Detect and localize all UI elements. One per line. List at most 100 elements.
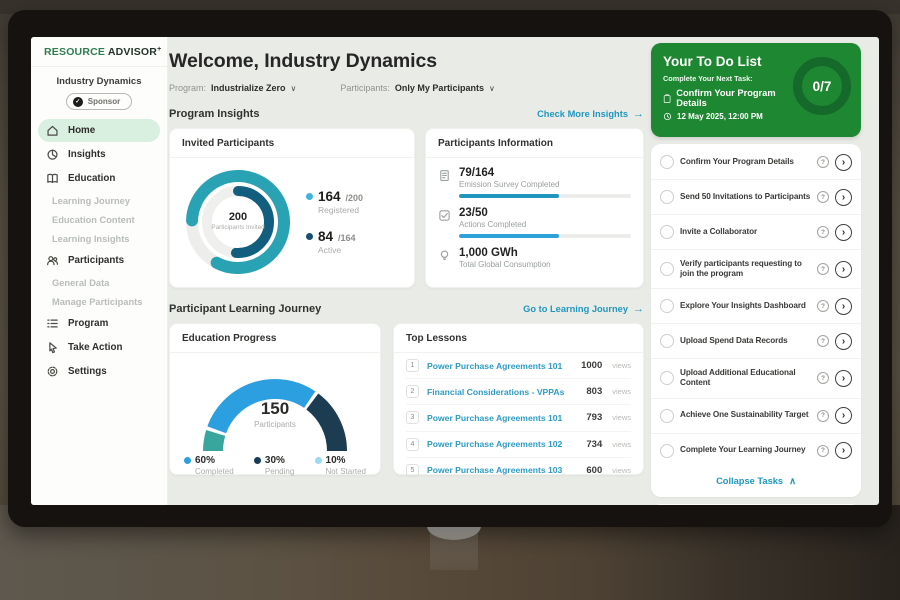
check-more-insights-link[interactable]: Check More Insights → [537, 108, 644, 120]
legend-value: 164 [318, 189, 341, 204]
sidebar-item-education[interactable]: Education [38, 167, 160, 190]
task-checkbox[interactable] [660, 371, 674, 385]
lesson-row[interactable]: 2 Financial Considerations - VPPAs 803vi… [406, 379, 631, 405]
legend-registered: 164/200 Registered [306, 189, 363, 215]
task-row[interactable]: Achieve One Sustainability Target ? › [651, 399, 861, 434]
info-row-emission: 79/164 Emission Survey Completed [426, 158, 643, 198]
sidebar-item-take-action[interactable]: Take Action [38, 336, 160, 359]
todo-next-task: Confirm Your Program Details [663, 88, 798, 108]
lesson-row[interactable]: 4 Power Purchase Agreements 102 734views [406, 432, 631, 458]
help-icon[interactable]: ? [817, 156, 829, 168]
task-checkbox[interactable] [660, 262, 674, 276]
task-open-button[interactable]: › [835, 189, 852, 206]
task-row[interactable]: Confirm Your Program Details ? › [651, 145, 861, 180]
task-checkbox[interactable] [660, 444, 674, 458]
arrow-right-icon: → [633, 303, 644, 315]
lesson-link[interactable]: Power Purchase Agreements 101 [427, 361, 573, 371]
lesson-link[interactable]: Power Purchase Agreements 102 [427, 439, 578, 449]
sponsor-label: Sponsor [88, 97, 120, 106]
sidebar-item-participants[interactable]: Participants [38, 249, 160, 272]
task-open-button[interactable]: › [835, 407, 852, 424]
go-to-learning-journey-link[interactable]: Go to Learning Journey → [523, 303, 644, 315]
todo-hero-card: Your To Do List Complete Your Next Task:… [651, 43, 861, 137]
legend-pct: 30% [265, 455, 285, 466]
sidebar-item-learning-journey[interactable]: Learning Journey [38, 191, 160, 210]
sidebar-item-general-data[interactable]: General Data [38, 273, 160, 292]
help-icon[interactable]: ? [817, 191, 829, 203]
legend-value: 84 [318, 229, 333, 244]
chevron-down-icon: ∨ [489, 84, 495, 93]
app-logo: RESOURCE ADVISOR+ [31, 37, 167, 67]
filter-label: Program: [169, 83, 206, 93]
sidebar-item-label: Home [68, 125, 95, 136]
task-open-button[interactable]: › [835, 261, 852, 278]
lesson-link[interactable]: Financial Considerations - VPPAs [427, 387, 578, 397]
program-filter-dropdown[interactable]: Program: Industrialize Zero ∨ [169, 83, 296, 93]
invited-card-body: 200 Participants Invited 164/200 Registe… [170, 158, 414, 286]
screen: RESOURCE ADVISOR+ Industry Dynamics ✓ Sp… [31, 37, 879, 505]
task-open-button[interactable]: › [835, 224, 852, 241]
task-checkbox[interactable] [660, 190, 674, 204]
list-icon [46, 317, 59, 330]
document-icon [438, 169, 451, 182]
task-row[interactable]: Invite a Collaborator ? › [651, 215, 861, 250]
info-label: Emission Survey Completed [459, 180, 631, 189]
sidebar-item-label: Insights [68, 149, 106, 160]
help-icon[interactable]: ? [817, 372, 829, 384]
chevron-up-icon: ∧ [789, 476, 796, 487]
sidebar-item-settings[interactable]: Settings [38, 360, 160, 383]
legend-label: Active [318, 245, 363, 255]
sidebar-item-manage-participants[interactable]: Manage Participants [38, 292, 160, 311]
monitor-bezel: RESOURCE ADVISOR+ Industry Dynamics ✓ Sp… [8, 10, 892, 527]
link-label: Go to Learning Journey [523, 304, 628, 314]
task-label: Upload Additional Educational Content [680, 368, 811, 389]
help-icon[interactable]: ? [817, 335, 829, 347]
task-checkbox[interactable] [660, 334, 674, 348]
legend-label: Pending [265, 467, 294, 476]
filter-label: Participants: [340, 83, 390, 93]
task-checkbox[interactable] [660, 299, 674, 313]
lesson-link[interactable]: Power Purchase Agreements 101 [427, 413, 578, 423]
lesson-row[interactable]: 5 Power Purchase Agreements 103 600views [406, 458, 631, 483]
sidebar-item-program[interactable]: Program [38, 312, 160, 335]
task-open-button[interactable]: › [835, 333, 852, 350]
task-row[interactable]: Send 50 Invitations to Participants ? › [651, 180, 861, 215]
card-title: Top Lessons [394, 324, 643, 353]
task-open-button[interactable]: › [835, 370, 852, 387]
lesson-rank: 3 [406, 411, 419, 424]
lesson-rank: 2 [406, 385, 419, 398]
sidebar-item-learning-insights[interactable]: Learning Insights [38, 229, 160, 248]
participants-filter-dropdown[interactable]: Participants: Only My Participants ∨ [340, 83, 494, 93]
lesson-link[interactable]: Power Purchase Agreements 103 [427, 465, 578, 475]
lesson-row[interactable]: 3 Power Purchase Agreements 101 793views [406, 405, 631, 431]
help-icon[interactable]: ? [817, 300, 829, 312]
collapse-tasks-link[interactable]: Collapse Tasks ∧ [651, 468, 861, 496]
sidebar-item-home[interactable]: Home [38, 119, 160, 142]
task-checkbox[interactable] [660, 409, 674, 423]
people-icon [46, 254, 59, 267]
help-icon[interactable]: ? [817, 263, 829, 275]
task-open-button[interactable]: › [835, 442, 852, 459]
task-row[interactable]: Verify participants requesting to join t… [651, 250, 861, 289]
logo-advisor: ADVISOR [108, 46, 157, 58]
task-checkbox[interactable] [660, 155, 674, 169]
info-label: Actions Completed [459, 220, 631, 229]
sidebar-item-label: Program [68, 318, 108, 329]
sidebar-item-insights[interactable]: Insights [38, 143, 160, 166]
task-row[interactable]: Upload Additional Educational Content ? … [651, 359, 861, 398]
help-icon[interactable]: ? [817, 445, 829, 457]
todo-panel: Your To Do List Complete Your Next Task:… [651, 43, 861, 505]
lesson-row[interactable]: 1 Power Purchase Agreements 101 1000view… [406, 353, 631, 379]
task-row[interactable]: Upload Spend Data Records ? › [651, 324, 861, 359]
task-row[interactable]: Explore Your Insights Dashboard ? › [651, 289, 861, 324]
org-name: Industry Dynamics [31, 76, 167, 87]
gauge-center-caption: Participants [190, 420, 360, 429]
sidebar-item-education-content[interactable]: Education Content [38, 210, 160, 229]
task-row[interactable]: Complete Your Learning Journey ? › [651, 434, 861, 468]
task-checkbox[interactable] [660, 225, 674, 239]
help-icon[interactable]: ? [817, 410, 829, 422]
sponsor-check-icon: ✓ [73, 97, 83, 107]
task-open-button[interactable]: › [835, 154, 852, 171]
help-icon[interactable]: ? [817, 226, 829, 238]
task-open-button[interactable]: › [835, 298, 852, 315]
